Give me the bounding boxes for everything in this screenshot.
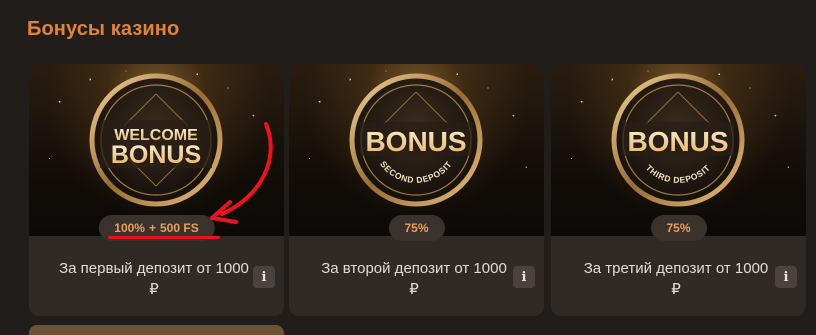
badge-percent: 100% xyxy=(114,221,145,235)
badge-percent: 75% xyxy=(666,221,691,235)
card-description: За первый депозит от 1000 ₽ xyxy=(59,260,249,298)
next-row-card-edge xyxy=(29,325,284,335)
section-title: Бонусы казино xyxy=(27,18,180,40)
coin-title: BONUS xyxy=(365,126,466,157)
coin-title-line2: BONUS xyxy=(111,141,201,169)
badge-plus: + xyxy=(148,221,157,235)
info-button[interactable]: i xyxy=(513,266,535,288)
coin-title: BONUS xyxy=(627,126,728,157)
info-button[interactable]: i xyxy=(775,266,797,288)
second-deposit-coin-image: BONUS SECOND DEPOSIT xyxy=(348,72,484,208)
red-arrow-annotation xyxy=(210,122,273,224)
card-description: За третий депозит от 1000 ₽ xyxy=(583,260,769,298)
badge-percent: 75% xyxy=(404,221,429,235)
card-description: За второй депозит от 1000 ₽ xyxy=(321,260,507,298)
bonus-badge: 75% xyxy=(650,215,707,241)
info-button[interactable]: i xyxy=(253,266,275,288)
third-deposit-coin-image: BONUS THIRD DEPOSIT xyxy=(610,72,746,208)
badge-free-spins: 500 FS xyxy=(160,221,199,235)
bonus-badge: 75% xyxy=(388,215,445,241)
bonus-card-second-deposit[interactable]: BONUS SECOND DEPOSIT 75% За второй депоз… xyxy=(289,64,544,316)
bonus-card-third-deposit[interactable]: BONUS THIRD DEPOSIT 75% За третий депози… xyxy=(551,64,806,316)
highlight-underline xyxy=(108,236,220,239)
